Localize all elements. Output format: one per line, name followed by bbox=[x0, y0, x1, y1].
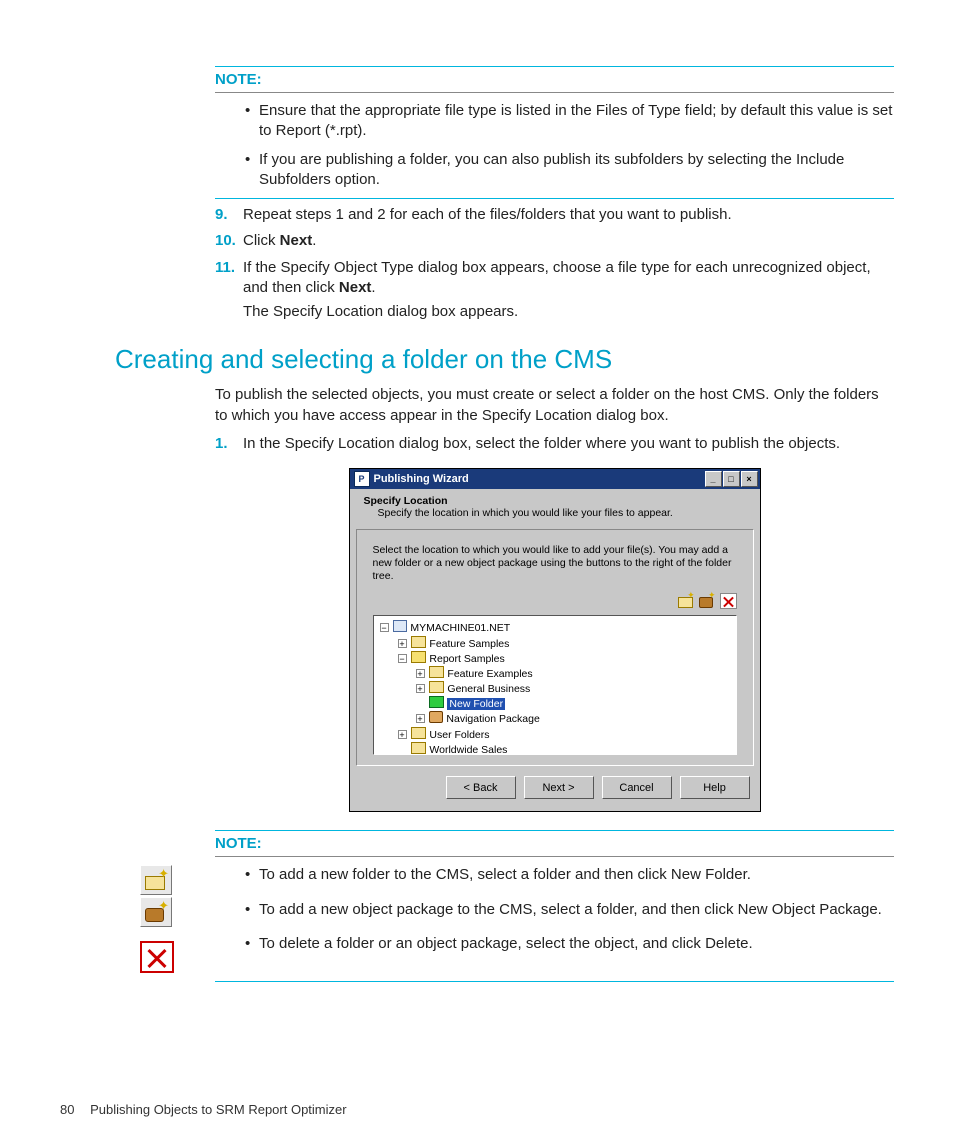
cancel-button[interactable]: Cancel bbox=[602, 776, 672, 799]
step-11: 11. If the Specify Object Type dialog bo… bbox=[215, 258, 894, 323]
note1-item: If you are publishing a folder, you can … bbox=[245, 150, 894, 191]
step-text: Repeat steps 1 and 2 for each of the fil… bbox=[243, 206, 732, 223]
expand-toggle[interactable]: + bbox=[398, 639, 407, 648]
note1-list: Ensure that the appropriate file type is… bbox=[215, 101, 894, 190]
step-number: 10. bbox=[215, 231, 236, 251]
step-text-post: . bbox=[371, 279, 375, 296]
package-icon bbox=[429, 711, 443, 723]
tree-node[interactable]: User Folders bbox=[429, 729, 489, 741]
tree-node-selected[interactable]: New Folder bbox=[447, 698, 505, 710]
tree-node[interactable]: Navigation Package bbox=[446, 713, 539, 725]
note2-list: To add a new folder to the CMS, select a… bbox=[215, 865, 894, 954]
folder-icon bbox=[411, 742, 426, 754]
tree-node[interactable]: Feature Samples bbox=[429, 638, 509, 650]
server-icon bbox=[393, 620, 407, 632]
expand-toggle[interactable]: + bbox=[416, 684, 425, 693]
tree-node[interactable]: Report Samples bbox=[429, 653, 504, 665]
step-10: 10. Click Next. bbox=[215, 231, 894, 251]
dialog-instructions: Select the location to which you would l… bbox=[373, 544, 737, 583]
expand-toggle[interactable]: + bbox=[416, 669, 425, 678]
folder-icon bbox=[429, 666, 444, 678]
step-text: In the Specify Location dialog box, sele… bbox=[243, 435, 840, 452]
new-folder-icon[interactable] bbox=[678, 594, 693, 608]
dialog-titlebar[interactable]: P Publishing Wizard _ □ × bbox=[350, 469, 760, 489]
expand-toggle[interactable]: + bbox=[416, 714, 425, 723]
note-label-2: NOTE: bbox=[215, 835, 894, 852]
folder-icon bbox=[411, 636, 426, 648]
chapter-title: Publishing Objects to SRM Report Optimiz… bbox=[90, 1102, 346, 1117]
note2-item: To add a new object package to the CMS, … bbox=[245, 900, 894, 920]
step-number: 1. bbox=[215, 434, 228, 454]
steps-main: 1. In the Specify Location dialog box, s… bbox=[215, 434, 894, 454]
folder-open-icon bbox=[411, 651, 426, 663]
folder-icon bbox=[411, 727, 426, 739]
step-11-sub: The Specify Location dialog box appears. bbox=[243, 302, 894, 322]
dialog-subheading: Specify the location in which you would … bbox=[378, 507, 746, 519]
dialog-title: Publishing Wizard bbox=[374, 473, 705, 485]
step-text-pre: If the Specify Object Type dialog box ap… bbox=[243, 259, 871, 296]
note-label-1: NOTE: bbox=[215, 71, 894, 88]
margin-icons bbox=[140, 865, 174, 975]
maximize-button[interactable]: □ bbox=[723, 471, 740, 487]
folder-new-icon bbox=[429, 696, 444, 708]
note2-item: To add a new folder to the CMS, select a… bbox=[245, 865, 894, 885]
page-footer: 80 Publishing Objects to SRM Report Opti… bbox=[60, 1102, 347, 1117]
note2-item: To delete a folder or an object package,… bbox=[245, 934, 894, 954]
tree-node[interactable]: Feature Examples bbox=[447, 668, 532, 680]
minimize-button[interactable]: _ bbox=[705, 471, 722, 487]
step-text-bold: Next bbox=[280, 232, 313, 249]
delete-icon[interactable] bbox=[720, 593, 737, 609]
delete-icon bbox=[140, 941, 174, 973]
page-number: 80 bbox=[60, 1102, 74, 1117]
section-intro: To publish the selected objects, you mus… bbox=[215, 385, 894, 426]
tree-node[interactable]: Worldwide Sales bbox=[429, 744, 507, 756]
step-text-pre: Click bbox=[243, 232, 280, 249]
publishing-wizard-dialog: P Publishing Wizard _ □ × Specify Locati… bbox=[349, 468, 761, 812]
folder-icon bbox=[429, 681, 444, 693]
expand-toggle[interactable]: + bbox=[398, 730, 407, 739]
note1-item: Ensure that the appropriate file type is… bbox=[245, 101, 894, 142]
new-package-icon bbox=[140, 897, 172, 927]
app-icon: P bbox=[354, 471, 370, 487]
back-button[interactable]: < Back bbox=[446, 776, 516, 799]
expand-toggle[interactable]: − bbox=[380, 623, 389, 632]
step-text-post: . bbox=[312, 232, 316, 249]
step-text-bold: Next bbox=[339, 279, 372, 296]
tree-root[interactable]: MYMACHINE01.NET bbox=[410, 622, 510, 634]
new-folder-icon bbox=[140, 865, 172, 895]
new-package-icon[interactable] bbox=[699, 594, 714, 608]
folder-tree[interactable]: − MYMACHINE01.NET + Feature Samples − Re… bbox=[373, 615, 737, 755]
steps-top: 9. Repeat steps 1 and 2 for each of the … bbox=[215, 205, 894, 322]
close-button[interactable]: × bbox=[741, 471, 758, 487]
expand-toggle[interactable]: − bbox=[398, 654, 407, 663]
dialog-heading: Specify Location bbox=[364, 495, 746, 507]
next-button[interactable]: Next > bbox=[524, 776, 594, 799]
step-number: 11. bbox=[215, 258, 235, 278]
help-button[interactable]: Help bbox=[680, 776, 750, 799]
step-9: 9. Repeat steps 1 and 2 for each of the … bbox=[215, 205, 894, 225]
step-number: 9. bbox=[215, 205, 228, 225]
step-1: 1. In the Specify Location dialog box, s… bbox=[215, 434, 894, 454]
tree-node[interactable]: General Business bbox=[447, 683, 530, 695]
section-heading: Creating and selecting a folder on the C… bbox=[115, 344, 894, 375]
